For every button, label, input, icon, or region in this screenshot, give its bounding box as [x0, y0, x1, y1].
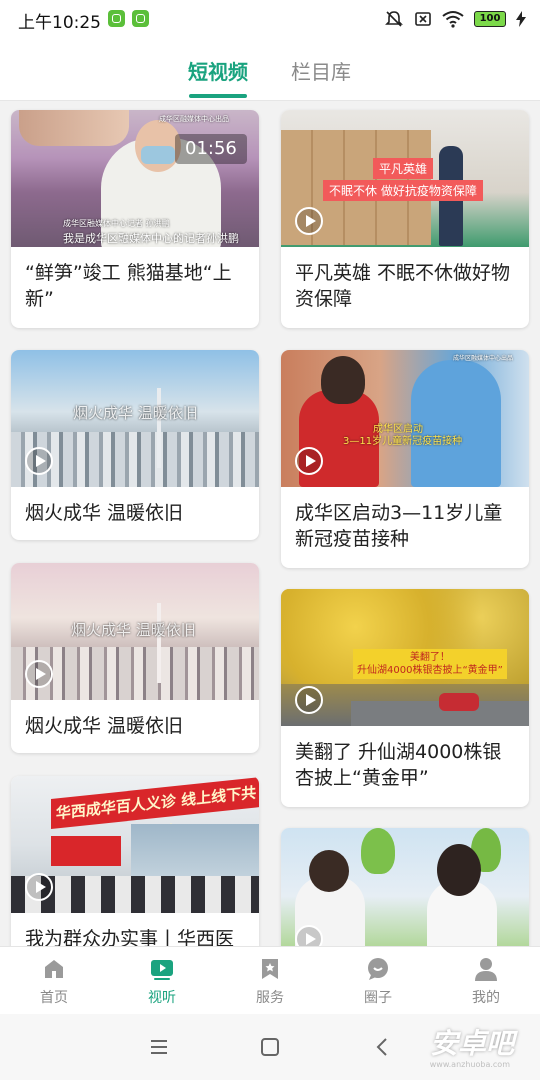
video-card[interactable]: 成华区启动 3—11岁儿童新冠疫苗接种 成华区融媒体中心出品 成华区启动3—11… [281, 350, 529, 568]
nav-label: 首页 [40, 990, 68, 1006]
video-card[interactable]: 烟火成华 温暖依旧 烟火成华 温暖依旧 [11, 350, 259, 540]
girl-head [437, 844, 481, 896]
bottom-nav: 首页 视听 服务 圈子 我的 [0, 946, 540, 1015]
video-thumbnail[interactable]: 烟火成华 温暖依旧 [11, 563, 259, 700]
play-icon[interactable] [295, 925, 323, 946]
status-icons: 100 [384, 8, 526, 30]
charging-icon [516, 11, 526, 27]
play-icon[interactable] [295, 447, 323, 475]
app-notification-icon [108, 10, 125, 27]
pavilion-roof [19, 110, 129, 146]
video-thumbnail[interactable]: 平凡英雄 不眠不休 做好抗疫物资保障 [281, 110, 529, 247]
window [131, 824, 259, 884]
thumbnail-caption: 美翻了！ [409, 652, 450, 663]
tab-short-video[interactable]: 短视频 [188, 56, 248, 85]
thumbnail-caption: 我是成华区融媒体中心的记者孙洪鹏 [63, 232, 239, 245]
video-title[interactable]: 烟火成华 温暖依旧 [25, 500, 247, 526]
tab-column-library[interactable]: 栏目库 [291, 56, 351, 85]
video-thumbnail[interactable] [281, 828, 529, 946]
video-feed[interactable]: 成华区融媒体中心出品 01:56 成华区融媒体中心记者 孙洪鹏 我是成华区融媒体… [0, 101, 540, 946]
nav-label: 视听 [148, 990, 176, 1006]
nav-home[interactable]: 首页 [0, 947, 108, 1015]
play-icon[interactable] [25, 447, 53, 475]
video-card[interactable]: 平凡英雄 不眠不休 做好抗疫物资保障 平凡英雄 不眠不休做好物资保障 [281, 110, 529, 328]
menu-icon[interactable] [146, 1034, 172, 1060]
battery-icon: 100 [474, 11, 506, 27]
back-icon[interactable] [370, 1034, 396, 1060]
sim-off-icon [415, 12, 431, 26]
video-thumbnail[interactable]: 美翻了！ 升仙湖4000株银杏披上“黄金甲” [281, 589, 529, 726]
nav-audiovisual[interactable]: 视听 [108, 947, 216, 1015]
nav-circle[interactable]: 圈子 [324, 947, 432, 1015]
video-title[interactable]: 我为群众办实事丨华西医 [25, 926, 247, 946]
status-time: 上午10:25 [18, 13, 101, 33]
duration-badge: 01:56 [175, 134, 247, 164]
system-nav: 安卓吧 www.anzhuoba.com [0, 1014, 540, 1080]
wifi-icon [442, 11, 464, 28]
video-card[interactable]: 华西成华百人义诊 线上线下共办实事 我为群众办实事丨华西医 [11, 776, 259, 946]
thumbnail-caption: 美翻了！ 升仙湖4000株银杏披上“黄金甲” [353, 649, 507, 679]
video-thumbnail[interactable]: 烟火成华 温暖依旧 [11, 350, 259, 487]
status-bar: 上午10:25 100 [0, 0, 540, 38]
video-thumbnail[interactable]: 成华区融媒体中心出品 01:56 成华区融媒体中心记者 孙洪鹏 我是成华区融媒体… [11, 110, 259, 247]
mute-icon [385, 11, 403, 27]
thumbnail-caption: 不眠不休 做好抗疫物资保障 [323, 180, 483, 201]
video-card[interactable]: 烟火成华 温暖依旧 烟火成华 温暖依旧 [11, 563, 259, 753]
nav-label: 圈子 [364, 990, 392, 1006]
app-notification-icon [132, 10, 149, 27]
video-title[interactable]: 平凡英雄 不眠不休做好物资保障 [295, 260, 517, 312]
bookmark-icon [262, 959, 278, 979]
play-icon[interactable] [295, 686, 323, 714]
thumbnail-caption: 升仙湖4000株银杏披上“黄金甲” [357, 665, 503, 676]
video-thumbnail[interactable]: 华西成华百人义诊 线上线下共办实事 [11, 776, 259, 913]
video-thumbnail[interactable]: 成华区启动 3—11岁儿童新冠疫苗接种 成华区融媒体中心出品 [281, 350, 529, 487]
nav-label: 服务 [256, 990, 284, 1006]
video-title[interactable]: 成华区启动3—11岁儿童新冠疫苗接种 [295, 500, 517, 552]
play-icon[interactable] [25, 873, 53, 901]
child-head [321, 356, 365, 404]
nurse-figure [411, 360, 501, 487]
home-square-icon[interactable] [257, 1034, 283, 1060]
car [439, 693, 479, 711]
video-play-icon [151, 960, 173, 980]
tv-tower [157, 603, 161, 683]
video-title[interactable]: “鲜笋”竣工 熊猫基地“上新” [25, 260, 247, 312]
thumbnail-caption: 烟火成华 温暖依旧 [73, 404, 198, 422]
red-board [51, 836, 121, 866]
video-card[interactable]: 成华区融媒体中心出品 01:56 成华区融媒体中心记者 孙洪鹏 我是成华区融媒体… [11, 110, 259, 328]
balloon [361, 828, 395, 874]
thumbnail-caption: 成华区融媒体中心记者 孙洪鹏 [63, 219, 170, 228]
thumbnail-caption: 成华区融媒体中心出品 [453, 355, 514, 362]
thumbnail-caption: 3—11岁儿童新冠疫苗接种 [343, 436, 463, 447]
thumbnail-caption: 烟火成华 温暖依旧 [71, 621, 196, 639]
watermark-logo: 安卓吧 [429, 1027, 514, 1060]
play-icon[interactable] [25, 660, 53, 688]
video-card[interactable] [281, 828, 529, 946]
video-title[interactable]: 烟火成华 温暖依旧 [25, 713, 247, 739]
tv-tower [157, 388, 161, 468]
person-icon [475, 958, 497, 981]
video-card[interactable]: 美翻了！ 升仙湖4000株银杏披上“黄金甲” 美翻了 升仙湖4000株银杏披上“… [281, 589, 529, 807]
boy-head [309, 850, 349, 892]
face-mask [141, 146, 175, 164]
nav-label: 我的 [472, 990, 500, 1006]
nav-service[interactable]: 服务 [216, 947, 324, 1015]
thumbnail-caption: 平凡英雄 [373, 158, 434, 179]
thumbnail-caption: 华西成华百人义诊 线上线下共办实事 [51, 776, 259, 844]
tab-indicator [189, 94, 247, 98]
home-icon [45, 960, 63, 978]
play-icon[interactable] [295, 207, 323, 235]
watermark-url: www.anzhuoba.com [429, 1060, 510, 1069]
top-tabs: 短视频 栏目库 [0, 38, 540, 101]
chat-bubble-icon [368, 958, 388, 980]
thumbnail-caption: 成华区融媒体中心出品 [159, 115, 229, 123]
video-title[interactable]: 美翻了 升仙湖4000株银杏披上“黄金甲” [295, 739, 517, 791]
nav-mine[interactable]: 我的 [432, 947, 540, 1015]
